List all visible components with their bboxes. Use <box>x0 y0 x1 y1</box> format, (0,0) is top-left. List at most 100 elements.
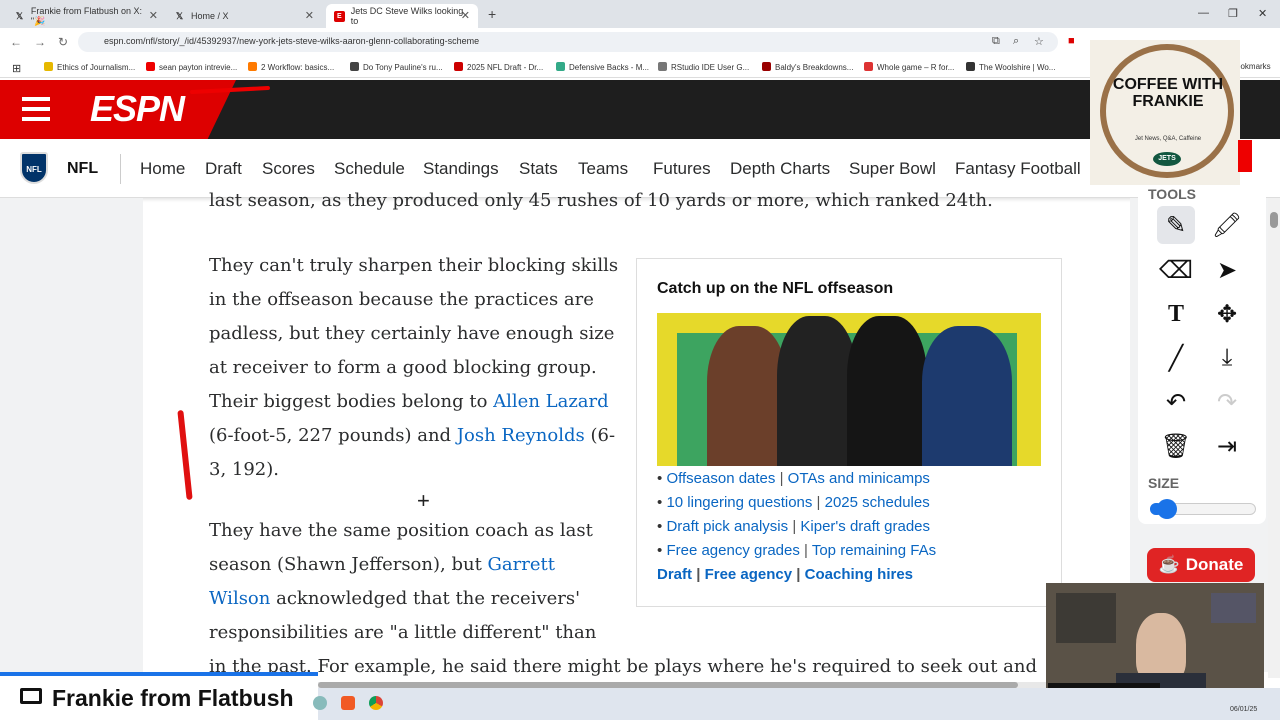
chrome-browser-icon[interactable] <box>369 696 383 710</box>
bookmark-label: Do Tony Pauline's ru... <box>363 63 443 72</box>
brave-browser-icon[interactable] <box>341 696 355 710</box>
offseason-promo-image[interactable] <box>657 313 1041 466</box>
link-top-remaining-fas[interactable]: Top remaining FAs <box>812 542 936 559</box>
line-tool-icon[interactable]: ╱ <box>1157 339 1195 377</box>
nav-stats[interactable]: Stats <box>519 159 558 179</box>
bookmark-item[interactable]: 2 Workflow: basics... <box>248 62 334 72</box>
player-link-allen-lazard[interactable]: Allen Lazard <box>493 391 609 412</box>
close-tab-icon[interactable]: ✕ <box>305 9 314 22</box>
undo-icon[interactable]: ↶ <box>1157 383 1195 421</box>
donate-label: Donate <box>1185 555 1244 574</box>
player-link-josh-reynolds[interactable]: Josh Reynolds <box>457 425 585 446</box>
move-tool-icon[interactable]: ✥ <box>1208 295 1246 333</box>
sidebar-title: Catch up on the NFL offseason <box>657 280 894 297</box>
link-free-agency[interactable]: Free agency <box>705 566 793 583</box>
close-tab-icon[interactable]: ✕ <box>461 9 470 22</box>
extension-icon[interactable]: ■ <box>1068 35 1075 47</box>
link-offseason-dates[interactable]: Offseason dates <box>666 470 775 487</box>
back-icon[interactable]: ← <box>10 35 22 49</box>
link-lingering-questions[interactable]: 10 lingering questions <box>666 494 812 511</box>
bookmark-label: RStudio IDE User G... <box>671 63 750 72</box>
bookmark-item[interactable]: Ethics of Journalism... <box>44 62 135 72</box>
reload-icon[interactable]: ↻ <box>58 35 68 49</box>
download-icon[interactable]: ⤓ <box>1208 339 1246 377</box>
bookmark-label: sean payton intrevie... <box>159 63 238 72</box>
hamburger-menu-icon[interactable] <box>22 97 50 121</box>
link-draft-pick-analysis[interactable]: Draft pick analysis <box>666 518 788 535</box>
redo-icon[interactable]: ↷ <box>1208 383 1246 421</box>
bookmark-item[interactable]: RStudio IDE User G... <box>658 62 749 72</box>
bookmark-item[interactable]: The Woolshire | Wo... <box>966 62 1055 72</box>
bookmark-item[interactable]: 2025 NFL Draft - Dr... <box>454 62 543 72</box>
nav-standings[interactable]: Standings <box>423 159 499 179</box>
url-field[interactable]: espn.com/nfl/story/_/id/45392937/new-yor… <box>78 32 1058 52</box>
exit-icon[interactable]: ⇥ <box>1208 427 1246 465</box>
vertical-scrollbar[interactable] <box>1268 198 1280 678</box>
link-free-agency-grades[interactable]: Free agency grades <box>666 542 799 559</box>
nfl-shield-icon[interactable]: NFL <box>20 152 48 184</box>
link-draft[interactable]: Draft <box>657 566 692 583</box>
bookmark-favicon-icon <box>350 62 359 71</box>
minimize-icon[interactable]: — <box>1198 7 1209 19</box>
bookmark-favicon-icon <box>556 62 565 71</box>
vertical-scroll-thumb[interactable] <box>1270 212 1278 228</box>
bookmark-star-icon[interactable]: ☆ <box>1034 35 1044 48</box>
link-2025-schedules[interactable]: 2025 schedules <box>825 494 930 511</box>
nav-teams[interactable]: Teams <box>578 159 628 179</box>
nav-fantasy-football[interactable]: Fantasy Football <box>955 159 1081 179</box>
nav-schedule[interactable]: Schedule <box>334 159 405 179</box>
size-slider-knob[interactable] <box>1156 499 1177 519</box>
donate-cup-icon: ☕ <box>1158 555 1180 574</box>
nfl-section-label[interactable]: NFL <box>67 160 98 178</box>
pointer-tool-icon[interactable]: ➤ <box>1208 251 1246 289</box>
bookmark-item[interactable]: Do Tony Pauline's ru... <box>350 62 443 72</box>
forward-icon[interactable]: → <box>34 35 46 49</box>
jets-logo-icon: JETS <box>1153 152 1181 166</box>
nav-divider <box>120 154 121 184</box>
nav-draft[interactable]: Draft <box>205 159 242 179</box>
espn-favicon-icon: E <box>334 10 345 22</box>
stream-name: Frankie from Flatbush <box>52 685 294 711</box>
close-window-icon[interactable]: ✕ <box>1258 7 1267 20</box>
player-figure <box>707 326 787 466</box>
nav-futures[interactable]: Futures <box>653 159 711 179</box>
pen-tool-icon[interactable]: ✎ <box>1157 206 1195 244</box>
bookmark-label: The Woolshire | Wo... <box>979 63 1056 72</box>
donate-button[interactable]: ☕ Donate <box>1147 548 1255 582</box>
nav-depth-charts[interactable]: Depth Charts <box>730 159 830 179</box>
taskbar-app-icon[interactable] <box>313 696 327 710</box>
highlighter-tool-icon[interactable]: 🖍 <box>1208 206 1246 244</box>
bookmark-label: ookmarks <box>1236 62 1271 71</box>
bookmark-item[interactable]: Whole game – R for... <box>864 62 954 72</box>
bookmark-label: Whole game – R for... <box>877 63 955 72</box>
tab-title: Home / X <box>191 11 229 21</box>
tab-title: Jets DC Steve Wilks looking to <box>350 6 464 26</box>
tab-home-x[interactable]: 𝕏 Home / X ✕ <box>166 4 322 28</box>
close-tab-icon[interactable]: ✕ <box>149 9 158 22</box>
eraser-tool-icon[interactable]: ⌫ <box>1157 251 1195 289</box>
espn-logo[interactable]: ESPN <box>90 88 185 130</box>
bookmark-item[interactable]: Baldy's Breakdowns... <box>762 62 853 72</box>
bookmark-favicon-icon <box>44 62 53 71</box>
nav-scores[interactable]: Scores <box>262 159 315 179</box>
address-bar-row: ← → ↻ espn.com/nfl/story/_/id/45392937/n… <box>0 28 1280 56</box>
new-tab-button[interactable]: + <box>488 6 496 22</box>
nav-home[interactable]: Home <box>140 159 185 179</box>
link-otas-minicamps[interactable]: OTAs and minicamps <box>788 470 930 487</box>
restore-icon[interactable]: ❐ <box>1228 7 1238 20</box>
trash-icon[interactable]: 🗑 <box>1157 427 1195 465</box>
tab-espn-article[interactable]: E Jets DC Steve Wilks looking to ✕ <box>326 4 478 28</box>
link-kiper-grades[interactable]: Kiper's draft grades <box>800 518 930 535</box>
zoom-icon[interactable]: ⌕ <box>1013 35 1019 48</box>
bookmark-label: Defensive Backs - M... <box>569 63 650 72</box>
apps-grid-icon[interactable]: ⊞ <box>12 62 21 75</box>
all-bookmarks-item[interactable]: ookmarks <box>1236 62 1271 71</box>
nav-super-bowl[interactable]: Super Bowl <box>849 159 936 179</box>
bookmark-item[interactable]: Defensive Backs - M... <box>556 62 649 72</box>
tab-frankie-x[interactable]: 𝕏 Frankie from Flatbush on X: "🎉 ✕ <box>6 4 166 28</box>
bookmark-item[interactable]: sean payton intrevie... <box>146 62 237 72</box>
text-tool-icon[interactable]: T <box>1157 295 1195 333</box>
install-icon[interactable]: ⧉ <box>992 35 1000 48</box>
x-logo-icon: 𝕏 <box>175 10 184 21</box>
link-coaching-hires[interactable]: Coaching hires <box>805 566 913 583</box>
